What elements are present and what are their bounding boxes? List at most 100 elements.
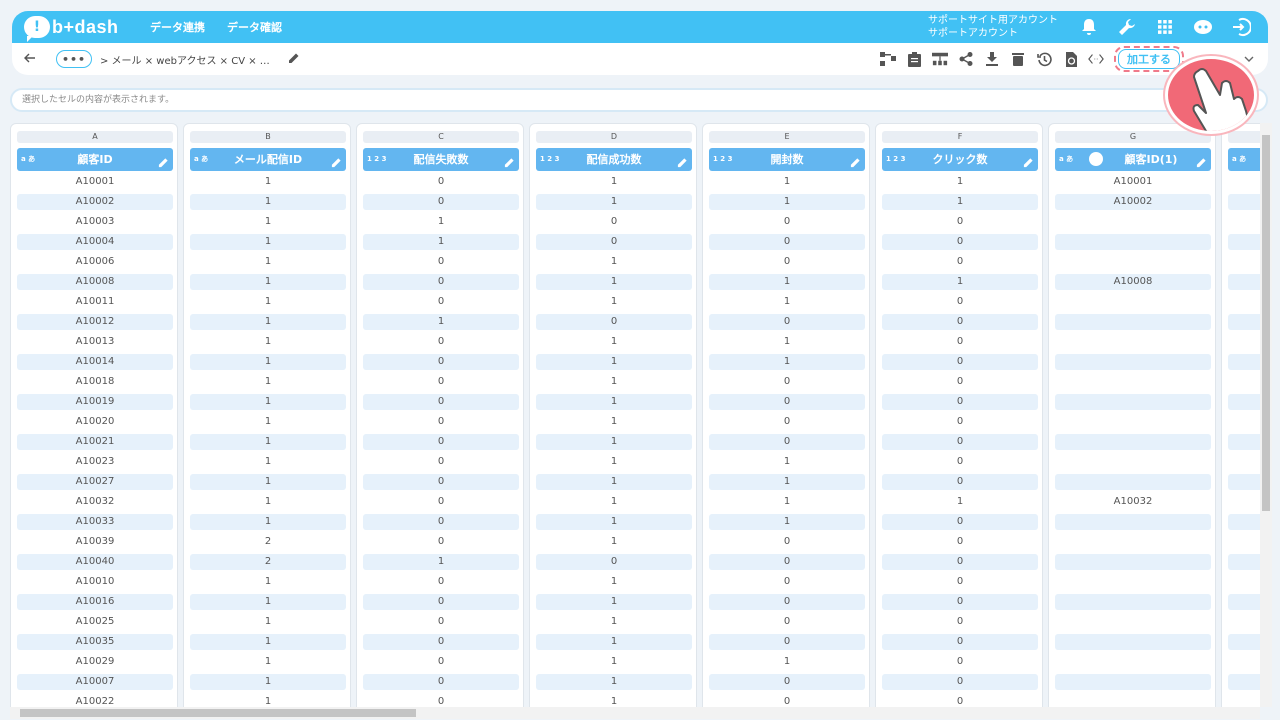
table-cell[interactable]: A10032 xyxy=(1055,494,1211,510)
table-cell[interactable]: 0 xyxy=(709,534,865,550)
table-cell[interactable]: 1 xyxy=(190,354,346,370)
nav-data-integration[interactable]: データ連携 xyxy=(150,19,205,35)
table-cell[interactable]: 0 xyxy=(363,274,519,290)
edit-column-pencil-icon[interactable] xyxy=(331,153,342,176)
table-cell[interactable]: A10003 xyxy=(17,214,173,230)
table-cell[interactable]: A10002 xyxy=(1055,194,1211,210)
column-header[interactable]: 1 2 3 クリック数 xyxy=(882,148,1038,171)
table-cell[interactable]: 0 xyxy=(882,334,1038,350)
table-cell[interactable]: 0 xyxy=(363,514,519,530)
table-cell[interactable] xyxy=(1055,254,1211,270)
table-cell[interactable]: 1 xyxy=(363,234,519,250)
back-arrow-icon[interactable] xyxy=(24,52,42,67)
table-cell[interactable] xyxy=(1055,534,1211,550)
table-cell[interactable]: 1 xyxy=(882,274,1038,290)
column-letter[interactable] xyxy=(1228,131,1260,143)
download-icon[interactable] xyxy=(984,51,1000,67)
column-letter[interactable]: E xyxy=(709,131,865,143)
table-cell[interactable]: 0 xyxy=(363,334,519,350)
table-cell[interactable]: 0 xyxy=(363,534,519,550)
table-cell[interactable]: 0 xyxy=(882,214,1038,230)
table-cell[interactable]: A10001 xyxy=(17,174,173,190)
table-cell[interactable]: 0 xyxy=(709,694,865,707)
table-cell[interactable]: 0 xyxy=(882,254,1038,270)
table-cell[interactable]: 1 xyxy=(536,414,692,430)
table-cell[interactable]: A10008 xyxy=(17,274,173,290)
table-cell[interactable] xyxy=(1055,674,1211,690)
column-header[interactable]: a あ xyxy=(1228,148,1260,171)
table-cell[interactable]: 1 xyxy=(536,334,692,350)
table-cell[interactable] xyxy=(1055,354,1211,370)
table-cell[interactable] xyxy=(1228,494,1260,510)
table-cell[interactable]: 1 xyxy=(709,294,865,310)
table-cell[interactable]: A10006 xyxy=(17,254,173,270)
table-cell[interactable]: A10021 xyxy=(17,434,173,450)
table-cell[interactable]: 1 xyxy=(190,654,346,670)
table-cell[interactable]: A10008 xyxy=(1055,274,1211,290)
table-cell[interactable]: 0 xyxy=(882,454,1038,470)
table-cell[interactable]: 1 xyxy=(536,434,692,450)
table-cell[interactable]: 1 xyxy=(190,574,346,590)
table-cell[interactable] xyxy=(1055,514,1211,530)
breadcrumb[interactable]: > メール × webアクセス × CV × … xyxy=(100,52,270,67)
table-cell[interactable]: A10033 xyxy=(17,514,173,530)
table-cell[interactable] xyxy=(1228,374,1260,390)
table-cell[interactable]: 0 xyxy=(709,214,865,230)
table-cell[interactable]: A10014 xyxy=(17,354,173,370)
table-cell[interactable] xyxy=(1055,314,1211,330)
table-cell[interactable]: 1 xyxy=(190,314,346,330)
table-cell[interactable]: 1 xyxy=(536,534,692,550)
edit-column-pencil-icon[interactable] xyxy=(850,153,861,176)
table-cell[interactable]: 1 xyxy=(709,174,865,190)
table-cell[interactable]: 0 xyxy=(882,434,1038,450)
table-cell[interactable] xyxy=(1228,434,1260,450)
flow-icon[interactable] xyxy=(880,51,896,67)
table-cell[interactable]: A10025 xyxy=(17,614,173,630)
trash-icon[interactable] xyxy=(1010,51,1026,67)
table-cell[interactable] xyxy=(1228,314,1260,330)
table-cell[interactable]: A10040 xyxy=(17,554,173,570)
table-cell[interactable]: 0 xyxy=(536,234,692,250)
table-cell[interactable] xyxy=(1228,534,1260,550)
table-cell[interactable]: 0 xyxy=(709,554,865,570)
table-cell[interactable]: A10012 xyxy=(17,314,173,330)
table-cell[interactable]: 1 xyxy=(190,694,346,707)
table-cell[interactable] xyxy=(1228,634,1260,650)
table-cell[interactable] xyxy=(1228,234,1260,250)
table-cell[interactable]: 0 xyxy=(363,614,519,630)
table-cell[interactable]: 1 xyxy=(536,634,692,650)
table-cell[interactable]: A10020 xyxy=(17,414,173,430)
column-letter[interactable]: A xyxy=(17,131,173,143)
column-letter[interactable]: D xyxy=(536,131,692,143)
table-cell[interactable]: 1 xyxy=(709,514,865,530)
table-cell[interactable]: 1 xyxy=(363,554,519,570)
table-cell[interactable]: 0 xyxy=(536,214,692,230)
table-cell[interactable]: 0 xyxy=(363,294,519,310)
table-cell[interactable]: 1 xyxy=(536,694,692,707)
table-cell[interactable]: 1 xyxy=(190,214,346,230)
table-cell[interactable]: 1 xyxy=(190,474,346,490)
table-cell[interactable]: 1 xyxy=(536,474,692,490)
table-cell[interactable] xyxy=(1228,394,1260,410)
table-cell[interactable] xyxy=(1055,414,1211,430)
table-cell[interactable]: 0 xyxy=(363,434,519,450)
table-cell[interactable]: A10039 xyxy=(17,534,173,550)
table-cell[interactable]: 0 xyxy=(882,634,1038,650)
bell-icon[interactable] xyxy=(1078,16,1100,38)
table-cell[interactable] xyxy=(1228,174,1260,190)
table-cell[interactable]: 0 xyxy=(363,674,519,690)
table-cell[interactable] xyxy=(1055,394,1211,410)
table-cell[interactable]: 0 xyxy=(709,614,865,630)
table-cell[interactable]: 0 xyxy=(363,454,519,470)
nav-data-confirmation[interactable]: データ確認 xyxy=(227,19,282,35)
edit-column-pencil-icon[interactable] xyxy=(1196,153,1207,176)
table-cell[interactable] xyxy=(1228,214,1260,230)
vertical-scrollbar[interactable] xyxy=(1260,123,1272,707)
table-cell[interactable]: 0 xyxy=(709,434,865,450)
table-cell[interactable]: 1 xyxy=(190,234,346,250)
table-cell[interactable] xyxy=(1228,194,1260,210)
table-cell[interactable]: 1 xyxy=(536,674,692,690)
table-cell[interactable]: 1 xyxy=(190,394,346,410)
table-cell[interactable] xyxy=(1055,374,1211,390)
table-cell[interactable] xyxy=(1055,614,1211,630)
